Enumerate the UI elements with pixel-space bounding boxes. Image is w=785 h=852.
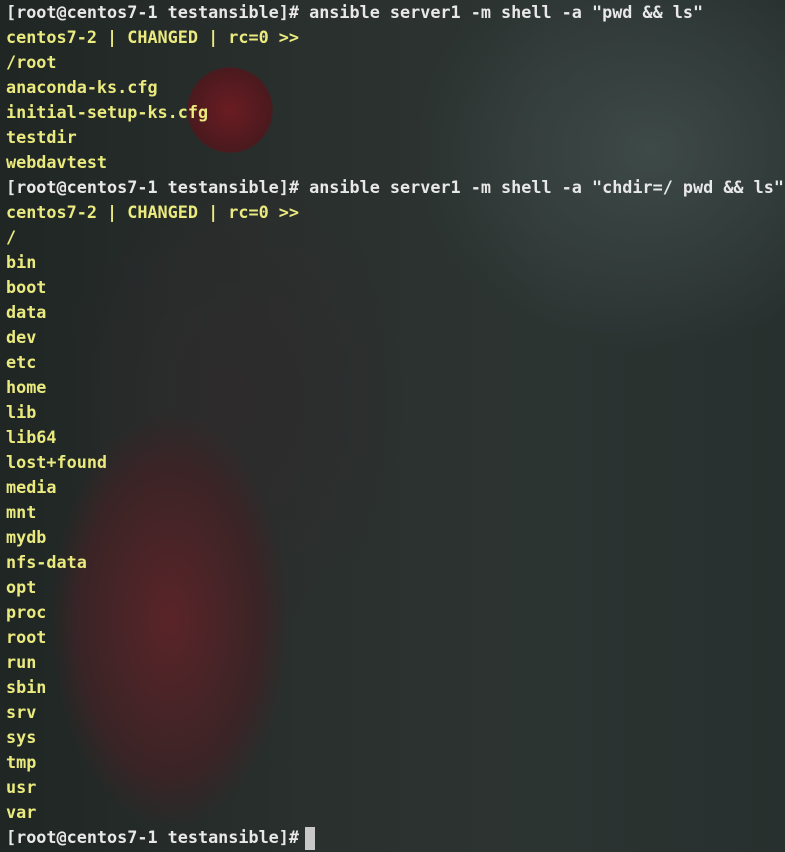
output-line: srv <box>6 702 37 722</box>
output-line: usr <box>6 777 37 797</box>
output-line: home <box>6 377 47 397</box>
output-line: root <box>6 627 47 647</box>
command-line: [root@centos7-1 testansible]# ansible se… <box>6 177 784 197</box>
output-line: webdavtest <box>6 152 108 172</box>
output-line: proc <box>6 602 47 622</box>
output-line: initial-setup-ks.cfg <box>6 102 209 122</box>
terminal-output[interactable]: [root@centos7-1 testansible]# ansible se… <box>6 0 784 850</box>
output-line: boot <box>6 277 47 297</box>
output-line: etc <box>6 352 37 372</box>
output-line: lib64 <box>6 427 57 447</box>
cursor <box>305 826 316 850</box>
prompt-text: [root@centos7-1 testansible]# <box>6 827 310 847</box>
output-line: sys <box>6 727 37 747</box>
output-line: media <box>6 477 57 497</box>
output-line: centos7-2 | CHANGED | rc=0 >> <box>6 27 299 47</box>
output-line: lib <box>6 402 37 422</box>
output-line: bin <box>6 252 37 272</box>
output-line: opt <box>6 577 37 597</box>
output-line: /root <box>6 52 57 72</box>
output-line: data <box>6 302 47 322</box>
command-line: [root@centos7-1 testansible]# ansible se… <box>6 2 704 22</box>
output-line: sbin <box>6 677 47 697</box>
active-prompt-line[interactable]: [root@centos7-1 testansible]# <box>6 825 784 850</box>
output-line: nfs-data <box>6 552 87 572</box>
output-line: lost+found <box>6 452 108 472</box>
output-line: run <box>6 652 37 672</box>
output-line: / <box>6 227 17 247</box>
output-line: tmp <box>6 752 37 772</box>
output-line: dev <box>6 327 37 347</box>
output-line: mnt <box>6 502 37 522</box>
output-line: mydb <box>6 527 47 547</box>
output-line: anaconda-ks.cfg <box>6 77 158 97</box>
output-line: var <box>6 802 37 822</box>
output-line: testdir <box>6 127 77 147</box>
output-line: centos7-2 | CHANGED | rc=0 >> <box>6 202 299 222</box>
